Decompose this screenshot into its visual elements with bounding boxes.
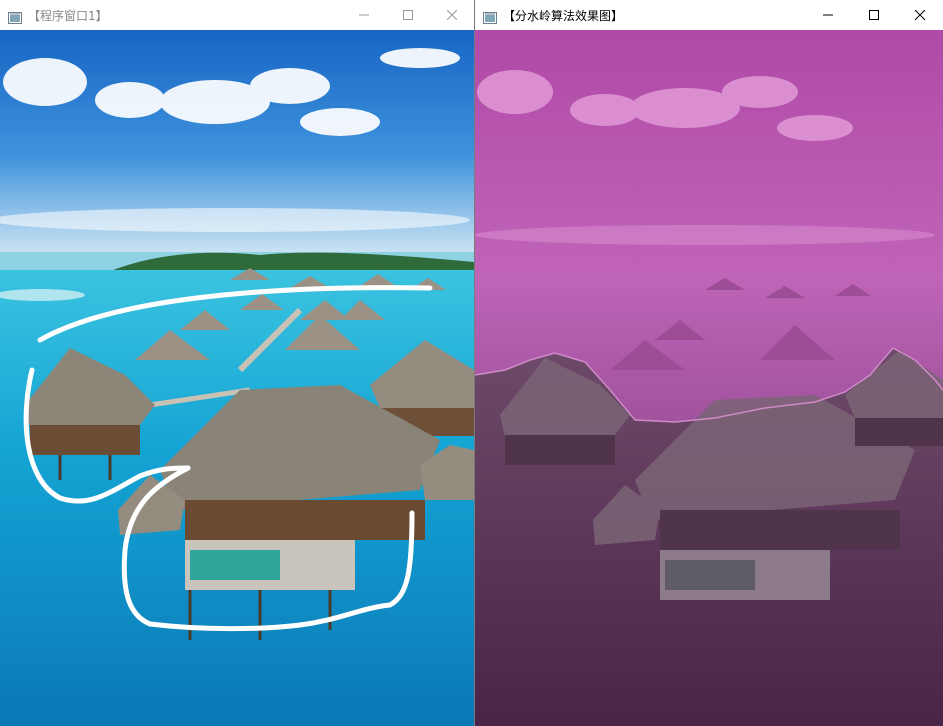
minimize-icon — [359, 14, 369, 16]
close-button[interactable] — [897, 0, 943, 30]
close-icon — [447, 10, 457, 20]
minimize-icon — [823, 14, 833, 16]
close-button[interactable] — [430, 0, 474, 30]
maximize-icon — [869, 10, 879, 20]
lagoon-photo — [0, 30, 474, 726]
window2-titlebar[interactable]: 【分水岭算法效果图】 — [475, 0, 943, 31]
source-image-window: 【程序窗口1】 — [0, 0, 474, 726]
watershed-result-canvas — [475, 30, 943, 726]
watershed-result-window: 【分水岭算法效果图】 — [474, 0, 943, 726]
window2-title: 【分水岭算法效果图】 — [503, 8, 624, 23]
watershed-segmentation-image — [475, 30, 943, 726]
app-icon — [483, 9, 497, 24]
window1-title: 【程序窗口1】 — [28, 8, 108, 23]
source-image-canvas[interactable] — [0, 30, 474, 726]
maximize-button[interactable] — [851, 0, 897, 30]
minimize-button[interactable] — [805, 0, 851, 30]
minimize-button[interactable] — [342, 0, 386, 30]
maximize-icon — [403, 10, 413, 20]
app-icon — [8, 9, 22, 24]
maximize-button[interactable] — [386, 0, 430, 30]
window1-titlebar[interactable]: 【程序窗口1】 — [0, 0, 474, 31]
close-icon — [915, 10, 925, 20]
